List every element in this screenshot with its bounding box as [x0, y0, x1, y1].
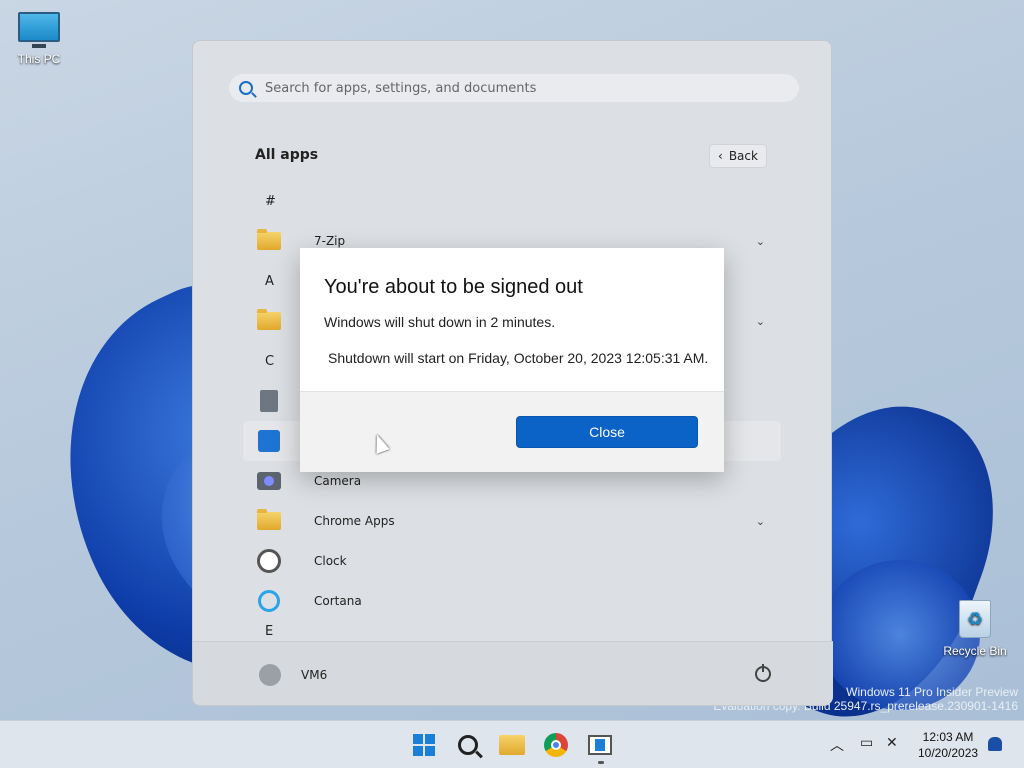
- chrome-button[interactable]: [542, 731, 570, 759]
- desktop-icon-label: Recycle Bin: [943, 644, 1007, 658]
- app-window-icon: [588, 735, 612, 755]
- all-apps-title: All apps: [255, 147, 319, 163]
- clock-time: 12:03 AM: [922, 730, 974, 744]
- close-button[interactable]: Close: [516, 416, 698, 448]
- system-clock[interactable]: 12:03 AM 10/20/2023: [918, 729, 978, 761]
- power-icon[interactable]: [755, 664, 771, 682]
- dialog-detail: Shutdown will start on Friday, October 2…: [328, 350, 709, 366]
- clock-date: 10/20/2023: [918, 746, 979, 760]
- file-explorer-button[interactable]: [498, 731, 526, 759]
- back-label: Back: [728, 149, 758, 163]
- cortana-icon: [258, 590, 280, 612]
- app-label: Clock: [314, 554, 347, 568]
- chrome-icon: [544, 733, 568, 757]
- chevron-down-icon[interactable]: ⌄: [756, 235, 765, 248]
- folder-icon: [257, 309, 281, 330]
- search-icon: [239, 81, 253, 95]
- recycle-bin-icon: ♻: [959, 600, 991, 638]
- app-label: Chrome Apps: [314, 514, 395, 528]
- list-item[interactable]: Clock: [243, 541, 783, 581]
- camera-icon: [257, 472, 281, 490]
- app-label: Cortana: [314, 594, 362, 608]
- folder-icon: [257, 509, 281, 530]
- monitor-icon: [18, 12, 60, 48]
- dialog-message: Windows will shut down in 2 minutes.: [324, 314, 556, 330]
- start-footer: VM6: [193, 641, 833, 705]
- active-app-button[interactable]: [586, 731, 614, 759]
- calendar-icon: [258, 430, 280, 452]
- notification-bell-icon[interactable]: [988, 737, 1002, 751]
- search-placeholder: Search for apps, settings, and documents: [265, 80, 537, 96]
- desktop-icon-this-pc[interactable]: This PC: [4, 12, 74, 66]
- chevron-up-icon[interactable]: ︿: [830, 735, 844, 755]
- calculator-icon: [260, 390, 278, 412]
- chevron-left-icon: ‹: [718, 149, 723, 163]
- dialog-button-bar: Close: [300, 391, 724, 472]
- sign-out-dialog: You're about to be signed out Windows wi…: [300, 248, 724, 472]
- search-icon: [458, 735, 478, 755]
- section-header-e[interactable]: E: [243, 621, 783, 641]
- back-button[interactable]: ‹ Back: [709, 144, 767, 168]
- desktop-icon-label: This PC: [17, 52, 61, 66]
- windows-logo-icon: [413, 734, 435, 756]
- volume-muted-icon[interactable]: ✕: [886, 735, 898, 751]
- start-button[interactable]: [410, 731, 438, 759]
- chevron-down-icon[interactable]: ⌄: [756, 315, 765, 328]
- list-item[interactable]: Chrome Apps ⌄: [243, 501, 783, 541]
- taskbar: ︿ ▭ ✕ 12:03 AM 10/20/2023: [0, 720, 1024, 768]
- active-indicator: [598, 761, 604, 764]
- user-name: VM6: [301, 668, 328, 682]
- folder-icon: [499, 735, 525, 755]
- desktop-icon-recycle-bin[interactable]: ♻ Recycle Bin: [940, 600, 1010, 658]
- taskbar-search-button[interactable]: [454, 731, 482, 759]
- clock-icon: [257, 549, 281, 573]
- network-icon[interactable]: ▭: [860, 735, 873, 751]
- folder-icon: [257, 229, 281, 250]
- section-header-hash[interactable]: #: [243, 181, 783, 221]
- app-label: Camera: [314, 474, 362, 488]
- avatar: [259, 664, 281, 686]
- list-item[interactable]: Cortana: [243, 581, 783, 621]
- search-input[interactable]: Search for apps, settings, and documents: [229, 74, 799, 102]
- app-label: 7-Zip: [314, 234, 346, 248]
- user-account-button[interactable]: VM6: [259, 664, 327, 686]
- chevron-down-icon[interactable]: ⌄: [756, 515, 765, 528]
- dialog-title: You're about to be signed out: [324, 276, 583, 298]
